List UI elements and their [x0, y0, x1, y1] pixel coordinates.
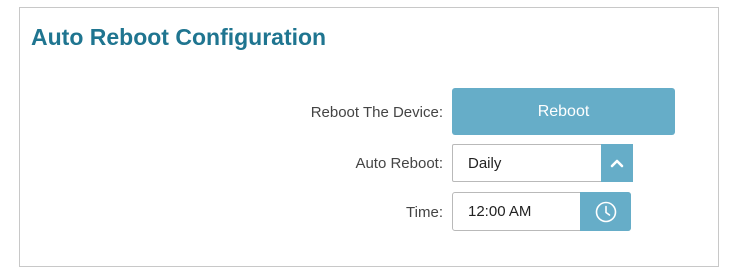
time-label: Time: — [406, 204, 443, 221]
auto-reboot-panel: Auto Reboot Configuration Reboot The Dev… — [19, 7, 719, 267]
time-input[interactable]: 12:00 AM — [452, 192, 631, 231]
chevron-up-icon[interactable] — [601, 144, 633, 182]
auto-reboot-select[interactable]: Daily — [452, 144, 633, 182]
reboot-button[interactable]: Reboot — [452, 88, 675, 135]
time-value: 12:00 AM — [468, 203, 532, 220]
section-title: Auto Reboot Configuration — [31, 24, 327, 50]
clock-icon[interactable] — [580, 192, 631, 231]
auto-reboot-selected-value: Daily — [468, 155, 502, 172]
reboot-device-label: Reboot The Device: — [310, 104, 443, 121]
auto-reboot-label: Auto Reboot: — [355, 155, 443, 172]
